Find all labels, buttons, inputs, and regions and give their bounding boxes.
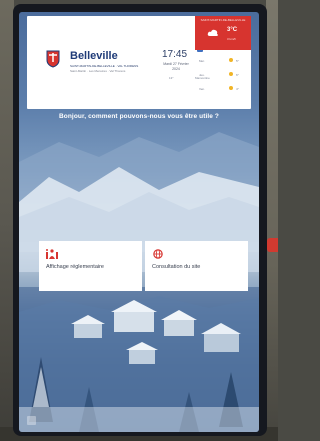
- clock-date: Mardi 27 Février 2024: [161, 62, 191, 72]
- brand-name: Belleville: [70, 50, 118, 62]
- clock-time: 17:45: [162, 49, 188, 60]
- sun-icon: [229, 58, 233, 62]
- date-year: 2024: [172, 67, 180, 71]
- forecast-temp: 6°: [236, 73, 239, 77]
- background-wall-right: [266, 0, 278, 441]
- sun-icon: [229, 72, 233, 76]
- weather-location: SAINT-MARTIN-DE-BELLEVILLE: [200, 18, 246, 22]
- brand-subtitle: SAINT-MARTIN-DE-BELLEVILLE · VAL THORENS: [70, 64, 139, 68]
- forecast-temp: 4°: [236, 87, 239, 91]
- header-panel: Belleville SAINT-MARTIN-DE-BELLEVILLE · …: [27, 16, 251, 109]
- info-people-icon: [46, 249, 58, 259]
- tile-affichage-reglementaire[interactable]: Affichage réglementaire: [39, 241, 142, 291]
- tile-label: Affichage réglementaire: [46, 264, 104, 270]
- kiosk-screen: Belleville SAINT-MARTIN-DE-BELLEVILLE · …: [19, 12, 259, 432]
- background-wall-left: [0, 0, 14, 441]
- belleville-logo-icon: [46, 50, 60, 68]
- greeting-text: Bonjour, comment pouvons-nous vous être …: [59, 113, 219, 120]
- forecast-row: Mer. 5°: [199, 58, 249, 66]
- forecast-row: Ven. 4°: [199, 86, 249, 94]
- side-tab[interactable]: [267, 238, 278, 252]
- forecast-day: Mer.: [199, 59, 205, 63]
- mini-info-a: 13°: [169, 76, 174, 80]
- forecast-day: Jeu.: [199, 73, 205, 77]
- forecast-day: Ven.: [199, 87, 206, 91]
- weather-temperature: 3°C: [227, 27, 238, 33]
- cloud-icon: [207, 29, 218, 36]
- forecast-row: Jeu. 6°: [199, 72, 249, 80]
- sun-icon: [229, 86, 233, 90]
- accessibility-button[interactable]: [27, 416, 36, 425]
- weather-widget: SAINT-MARTIN-DE-BELLEVILLE 3°C 3 km/h: [195, 16, 251, 50]
- tile-label: Consultation du site: [152, 264, 201, 270]
- forecast-temp: 5°: [236, 59, 239, 63]
- brand-subtitle-secondary: Saint-Martin · Les Menuires · Val Thoren…: [70, 69, 126, 73]
- weather-wind: 3 km/h: [227, 37, 237, 41]
- tile-consultation-du-site[interactable]: Consultation du site: [145, 241, 248, 291]
- globe-icon: [153, 249, 163, 259]
